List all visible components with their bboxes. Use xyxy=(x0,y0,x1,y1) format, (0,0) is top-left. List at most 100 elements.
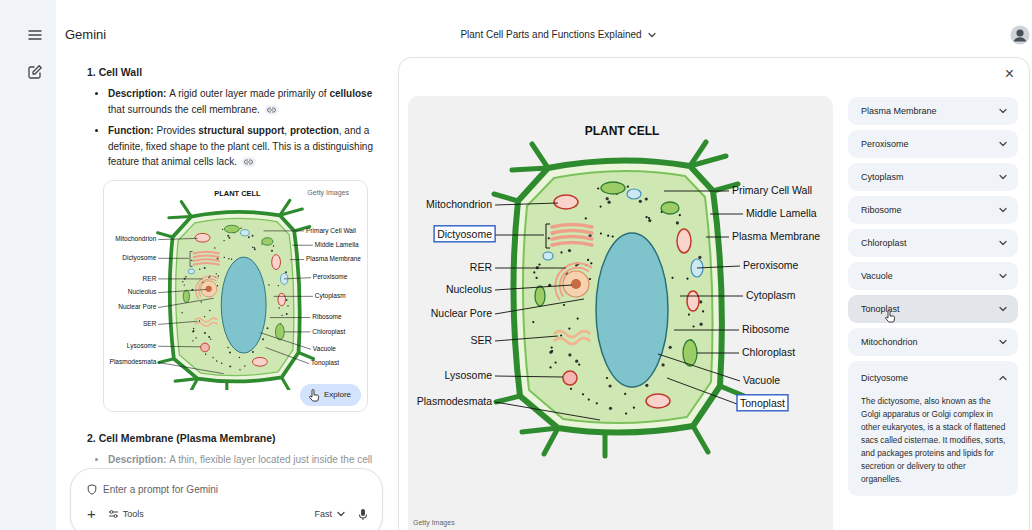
part-label: Vacuole xyxy=(861,270,893,282)
part-item[interactable]: Mitochondrion xyxy=(848,328,1018,356)
diagram-label: SER xyxy=(143,320,157,327)
chevron-down-icon[interactable] xyxy=(998,304,1008,314)
peroxisome-shape xyxy=(241,229,250,235)
content-area: 1. Cell WallDescription:A rigid outer la… xyxy=(56,57,1032,530)
lysosome-shape xyxy=(563,371,577,385)
app-name[interactable]: Gemini xyxy=(65,26,438,44)
part-header[interactable]: Chloroplast xyxy=(848,229,1018,257)
prompt-row xyxy=(87,481,368,497)
mitochondrion-shape xyxy=(278,293,285,305)
diagram-label: Ribosome xyxy=(742,323,789,335)
diagram-label: Tonoplast xyxy=(311,359,339,367)
part-item[interactable]: Dictyosome The dictyosome, also known as … xyxy=(848,361,1018,496)
chat-section: 2. Cell Membrane (Plasma Membrane) Descri… xyxy=(87,430,385,468)
part-item[interactable]: Plasma Membrane xyxy=(848,97,1018,125)
part-header[interactable]: Plasma Membrane xyxy=(848,97,1018,125)
link-icon[interactable] xyxy=(267,107,276,113)
mitochondrion-shape xyxy=(195,233,210,242)
part-label: Chloroplast xyxy=(861,237,907,249)
chloroplast-shape xyxy=(535,286,545,306)
microphone-icon[interactable] xyxy=(358,508,368,521)
avatar-icon[interactable] xyxy=(1010,25,1030,45)
chloroplast-shape xyxy=(224,225,239,232)
part-item[interactable]: Ribosome xyxy=(848,196,1018,224)
conversation-title-text: Plant Cell Parts and Functions Explained xyxy=(460,26,641,44)
leader-line xyxy=(265,347,309,363)
part-header[interactable]: Ribosome xyxy=(848,196,1018,224)
diagram-label: Plasmodesmata xyxy=(110,358,157,365)
diagram-label: Peroxisome xyxy=(313,273,348,280)
diagram-label: Lysosome xyxy=(445,369,493,381)
prompt-input[interactable] xyxy=(103,484,368,495)
image-card[interactable]: PLANT CELLMitochondrionDictyosomeRERNucl… xyxy=(103,180,368,412)
part-header[interactable]: Mitochondrion xyxy=(848,328,1018,356)
part-header[interactable]: Peroxisome xyxy=(848,130,1018,158)
diagram-label: Nuclear Pore xyxy=(431,307,492,319)
chevron-down-icon[interactable] xyxy=(647,30,657,40)
part-item[interactable]: Cytoplasm xyxy=(848,163,1018,191)
avatar-area xyxy=(657,25,1030,45)
part-label: Dictyosome xyxy=(861,372,908,384)
diagram-label: Chloroplast xyxy=(312,327,345,335)
chevron-down-icon[interactable] xyxy=(998,172,1008,182)
chevron-down-icon[interactable] xyxy=(998,337,1008,347)
explore-button[interactable]: Explore xyxy=(300,384,361,406)
leader-line xyxy=(274,295,313,296)
tools-button[interactable]: Tools xyxy=(108,509,144,519)
chevron-down-icon[interactable] xyxy=(998,205,1008,215)
mitochondrion-shape xyxy=(272,254,281,269)
part-header[interactable]: Vacuole xyxy=(848,262,1018,290)
peroxisome-shape xyxy=(543,252,553,260)
diagram-label: Tonoplast xyxy=(740,397,785,409)
part-header[interactable]: Cytoplasm xyxy=(848,163,1018,191)
lysosome-shape xyxy=(201,343,210,352)
leader-line xyxy=(664,191,729,192)
chevron-down-icon[interactable] xyxy=(998,238,1008,248)
bullet-text: A thin, flexible layer located just insi… xyxy=(169,454,372,465)
part-item[interactable]: Vacuole xyxy=(848,262,1018,290)
mitochondrion-shape xyxy=(252,357,267,366)
diagram-label: Cytoplasm xyxy=(315,292,346,300)
diagram-title: PLANT CELL xyxy=(214,189,261,198)
source-link[interactable] xyxy=(265,105,279,115)
chevron-down-icon[interactable] xyxy=(998,139,1008,149)
close-button[interactable]: × xyxy=(1003,66,1016,82)
diagram-label: Middle Lamella xyxy=(746,207,817,219)
section-heading: 2. Cell Membrane (Plasma Membrane) xyxy=(87,430,385,446)
mode-picker[interactable]: Fast xyxy=(314,509,346,519)
diagram-label: Primary Cell Wall xyxy=(306,226,356,234)
chevron-down-icon[interactable] xyxy=(998,106,1008,116)
peroxisome-shape xyxy=(627,189,641,199)
add-button[interactable]: + xyxy=(87,507,96,521)
source-link[interactable] xyxy=(242,157,256,167)
link-icon[interactable] xyxy=(244,159,253,165)
part-header[interactable]: Tonoplast xyxy=(848,295,1018,323)
part-item[interactable]: Chloroplast xyxy=(848,229,1018,257)
leader-line xyxy=(658,354,740,381)
part-header[interactable]: Dictyosome xyxy=(848,361,1018,395)
shield-icon xyxy=(87,484,97,495)
diagram-label: Mitochondrion xyxy=(115,235,156,242)
cursor-icon xyxy=(884,309,896,323)
part-item[interactable]: Tonoplast xyxy=(848,295,1018,323)
prompt-box[interactable]: + Tools Fast xyxy=(70,468,383,530)
leader-line xyxy=(697,266,740,268)
new-chat-icon[interactable] xyxy=(27,64,43,80)
diagram-label: Lysosome xyxy=(127,341,157,349)
chevron-down-icon[interactable] xyxy=(998,271,1008,281)
mitochondrion-shape xyxy=(554,195,578,209)
chevron-up-icon[interactable] xyxy=(998,373,1008,383)
bullet-list: Description:A thin, flexible layer locat… xyxy=(87,452,385,468)
part-item[interactable]: Peroxisome xyxy=(848,130,1018,158)
chat-column: 1. Cell WallDescription:A rigid outer la… xyxy=(56,57,389,530)
leader-line xyxy=(264,230,305,231)
menu-icon[interactable] xyxy=(27,27,43,43)
leader-line xyxy=(495,268,566,269)
explore-label: Explore xyxy=(324,389,351,400)
plasma-membrane xyxy=(523,171,713,423)
leader-line xyxy=(284,277,311,278)
diagram-label: Nucleolus xyxy=(128,288,157,295)
part-description: The dictyosome, also known as the Golgi … xyxy=(848,395,1018,496)
conversation-title[interactable]: Plant Cell Parts and Functions Explained xyxy=(438,26,656,44)
diagram-label: Vacuole xyxy=(313,345,336,352)
